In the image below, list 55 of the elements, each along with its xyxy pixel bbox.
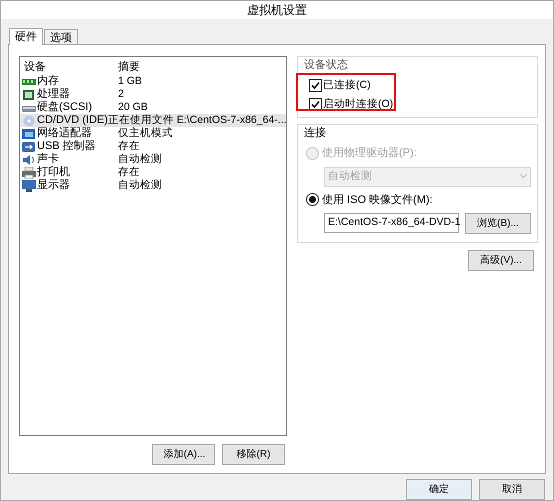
radio-label: 使用 ISO 映像文件(M): xyxy=(322,192,433,208)
device-summary: 正在使用文件 E:\CentOS-7-x86_64-... xyxy=(108,112,287,127)
dialog-button[interactable]: 确定 xyxy=(406,479,472,500)
radio-button[interactable] xyxy=(306,193,319,206)
device-summary: 1 GB xyxy=(118,74,142,89)
group-title: 连接 xyxy=(304,127,327,140)
window-title: 虚拟机设置 xyxy=(247,2,307,19)
device-name: 处理器 xyxy=(37,87,70,101)
add-button[interactable]: 添加(A)... xyxy=(152,444,215,465)
device-row[interactable]: 声卡 自动检测 xyxy=(20,153,286,166)
device-row[interactable]: 内存 1 GB xyxy=(20,75,286,88)
remove-button[interactable]: 移除(R) xyxy=(222,444,285,465)
device-name: 声卡 xyxy=(37,152,59,166)
device-row[interactable]: 打印机 存在 xyxy=(20,166,286,179)
group-title: 设备状态 xyxy=(304,59,349,72)
chevron-down-icon xyxy=(520,174,527,179)
device-name: 显示器 xyxy=(37,178,70,194)
checkbox-label: 已连接(C) xyxy=(323,78,371,93)
device-row[interactable]: 显示器 自动检测 xyxy=(20,179,286,192)
device-name: 硬盘(SCSI) xyxy=(37,100,92,115)
device-summary: 2 xyxy=(118,86,124,102)
device-name: 内存 xyxy=(37,74,59,88)
device-summary: 20 GB xyxy=(118,100,148,114)
device-name: CD/DVD (IDE) xyxy=(37,113,108,127)
tab[interactable]: 选项 xyxy=(44,29,78,44)
disc-icon xyxy=(22,114,36,126)
checkbox[interactable] xyxy=(309,79,322,92)
network-adapter-icon xyxy=(22,128,36,140)
dropdown[interactable]: E:\CentOS-7-x86_64-DVD-1 xyxy=(324,213,459,233)
device-name: 网络适配器 xyxy=(37,126,92,140)
checkbox-label: 启动时连接(O) xyxy=(323,96,394,112)
dialog-button[interactable]: 取消 xyxy=(479,479,545,500)
column-header: 设备 xyxy=(23,60,47,75)
device-row[interactable]: CD/DVD (IDE)正在使用文件 E:\CentOS-7-x86_64-... xyxy=(20,114,286,127)
device-summary: 自动检测 xyxy=(118,152,162,166)
device-summary: 仅主机模式 xyxy=(118,126,173,140)
device-row[interactable]: 硬盘(SCSI) 20 GB xyxy=(20,101,286,114)
processor-icon xyxy=(22,88,36,100)
device-row[interactable]: 处理器 2 xyxy=(20,88,286,101)
device-row[interactable]: 网络适配器 仅主机模式 xyxy=(20,127,286,140)
printer-icon xyxy=(22,166,36,178)
device-summary: 存在 xyxy=(118,164,140,180)
column-header: 摘要 xyxy=(118,60,140,75)
device-summary: 自动检测 xyxy=(118,178,162,193)
radio-label: 使用物理驱动器(P): xyxy=(322,146,417,161)
device-summary: 存在 xyxy=(118,138,140,154)
browse-button[interactable]: 浏览(B)... xyxy=(465,213,531,234)
usb-icon xyxy=(22,140,36,152)
speaker-icon xyxy=(22,154,36,166)
device-row[interactable]: USB 控制器 存在 xyxy=(20,140,286,153)
device-name: USB 控制器 xyxy=(37,139,96,153)
device-name: 打印机 xyxy=(37,165,70,179)
monitor-icon xyxy=(22,180,36,192)
advanced-button[interactable]: 高级(V)... xyxy=(468,250,534,271)
tab[interactable]: 硬件 xyxy=(9,28,43,45)
